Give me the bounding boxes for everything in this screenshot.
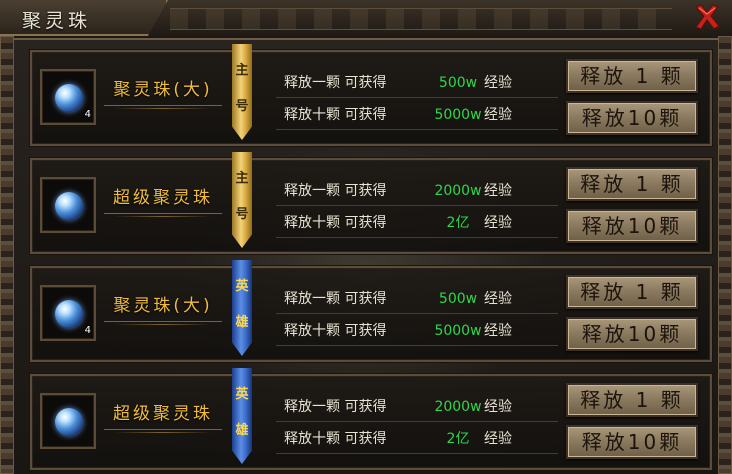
exp-amount: 500w [438,291,478,307]
exp-amount: 500w [438,75,478,91]
item-slot[interactable]: 4 [40,69,96,125]
release-ten-info: 释放十颗 可获得 5000w 经验 [276,100,558,130]
orb-row: 4 聚灵珠(大) 主 号 释放一颗 可获得 500w 经验 释放十颗 可获得 5… [30,44,712,146]
info-text: 释放一颗 可获得 [284,399,387,415]
exp-amount: 5000w [434,323,482,339]
spirit-orb-icon [55,192,83,220]
release-ten-button[interactable]: 释放10颗 [566,101,698,135]
release-ten-info: 释放十颗 可获得 2亿 经验 [276,424,558,454]
info-text: 释放十颗 可获得 [284,431,387,447]
release-ten-info: 释放十颗 可获得 2亿 经验 [276,208,558,238]
info-text: 释放十颗 可获得 [284,107,387,123]
target-tag-ribbon: 英 雄 [232,260,252,356]
tag-char: 英 [235,386,249,402]
exp-unit: 经验 [484,107,512,123]
tag-char: 号 [235,206,249,222]
release-ten-info: 释放十颗 可获得 5000w 经验 [276,316,558,346]
tag-char: 雄 [235,422,249,438]
spirit-orb-icon [55,300,83,328]
item-name: 聚灵珠(大) [104,290,222,325]
exp-amount: 5000w [434,107,482,123]
tag-char: 号 [235,98,249,114]
exp-amount: 2000w [434,399,482,415]
exp-unit: 经验 [484,291,512,307]
item-count: 4 [84,325,91,336]
release-ten-button[interactable]: 释放10颗 [566,317,698,351]
info-text: 释放一颗 可获得 [284,183,387,199]
spirit-orb-icon [55,408,83,436]
frame-left-border [0,36,14,474]
title-ornament [170,8,672,30]
item-slot[interactable] [40,177,96,233]
frame-right-border [718,36,732,474]
item-name: 超级聚灵珠 [104,398,222,433]
release-one-info: 释放一颗 可获得 2000w 经验 [276,392,558,422]
exp-unit: 经验 [484,323,512,339]
item-count: 4 [84,109,91,120]
release-one-info: 释放一颗 可获得 500w 经验 [276,284,558,314]
exp-unit: 经验 [484,215,512,231]
title-bar: 聚灵珠 [0,0,732,40]
release-one-button[interactable]: 释放 1 颗 [566,167,698,201]
exp-amount: 2000w [434,183,482,199]
release-one-info: 释放一颗 可获得 2000w 经验 [276,176,558,206]
release-one-button[interactable]: 释放 1 颗 [566,275,698,309]
tag-char: 雄 [235,314,249,330]
target-tag-ribbon: 英 雄 [232,368,252,464]
release-one-button[interactable]: 释放 1 颗 [566,59,698,93]
exp-unit: 经验 [484,431,512,447]
orb-row: 4 聚灵珠(大) 英 雄 释放一颗 可获得 500w 经验 释放十颗 可获得 5… [30,260,712,362]
tag-char: 英 [235,278,249,294]
item-slot[interactable] [40,393,96,449]
item-slot[interactable]: 4 [40,285,96,341]
info-text: 释放一颗 可获得 [284,75,387,91]
release-ten-button[interactable]: 释放10颗 [566,425,698,459]
info-text: 释放一颗 可获得 [284,291,387,307]
release-ten-button[interactable]: 释放10颗 [566,209,698,243]
close-x-icon [694,4,720,30]
info-text: 释放十颗 可获得 [284,323,387,339]
exp-amount: 2亿 [446,215,470,231]
tag-char: 主 [235,62,249,78]
exp-unit: 经验 [484,75,512,91]
spirit-orb-window: 聚灵珠 4 聚灵珠(大) 主 号 释放一颗 可获得 500w 经验 释放十颗 可… [0,0,732,474]
exp-unit: 经验 [484,183,512,199]
tag-char: 主 [235,170,249,186]
release-one-info: 释放一颗 可获得 500w 经验 [276,68,558,98]
info-text: 释放十颗 可获得 [284,215,387,231]
close-button[interactable] [692,2,722,32]
spirit-orb-icon [55,84,83,112]
exp-amount: 2亿 [446,431,470,447]
item-name: 聚灵珠(大) [104,74,222,109]
orb-row: 超级聚灵珠 主 号 释放一颗 可获得 2000w 经验 释放十颗 可获得 2亿 … [30,152,712,254]
item-name: 超级聚灵珠 [104,182,222,217]
window-title: 聚灵珠 [22,10,92,32]
target-tag-ribbon: 主 号 [232,44,252,140]
orb-row: 超级聚灵珠 英 雄 释放一颗 可获得 2000w 经验 释放十颗 可获得 2亿 … [30,368,712,470]
target-tag-ribbon: 主 号 [232,152,252,248]
release-one-button[interactable]: 释放 1 颗 [566,383,698,417]
exp-unit: 经验 [484,399,512,415]
